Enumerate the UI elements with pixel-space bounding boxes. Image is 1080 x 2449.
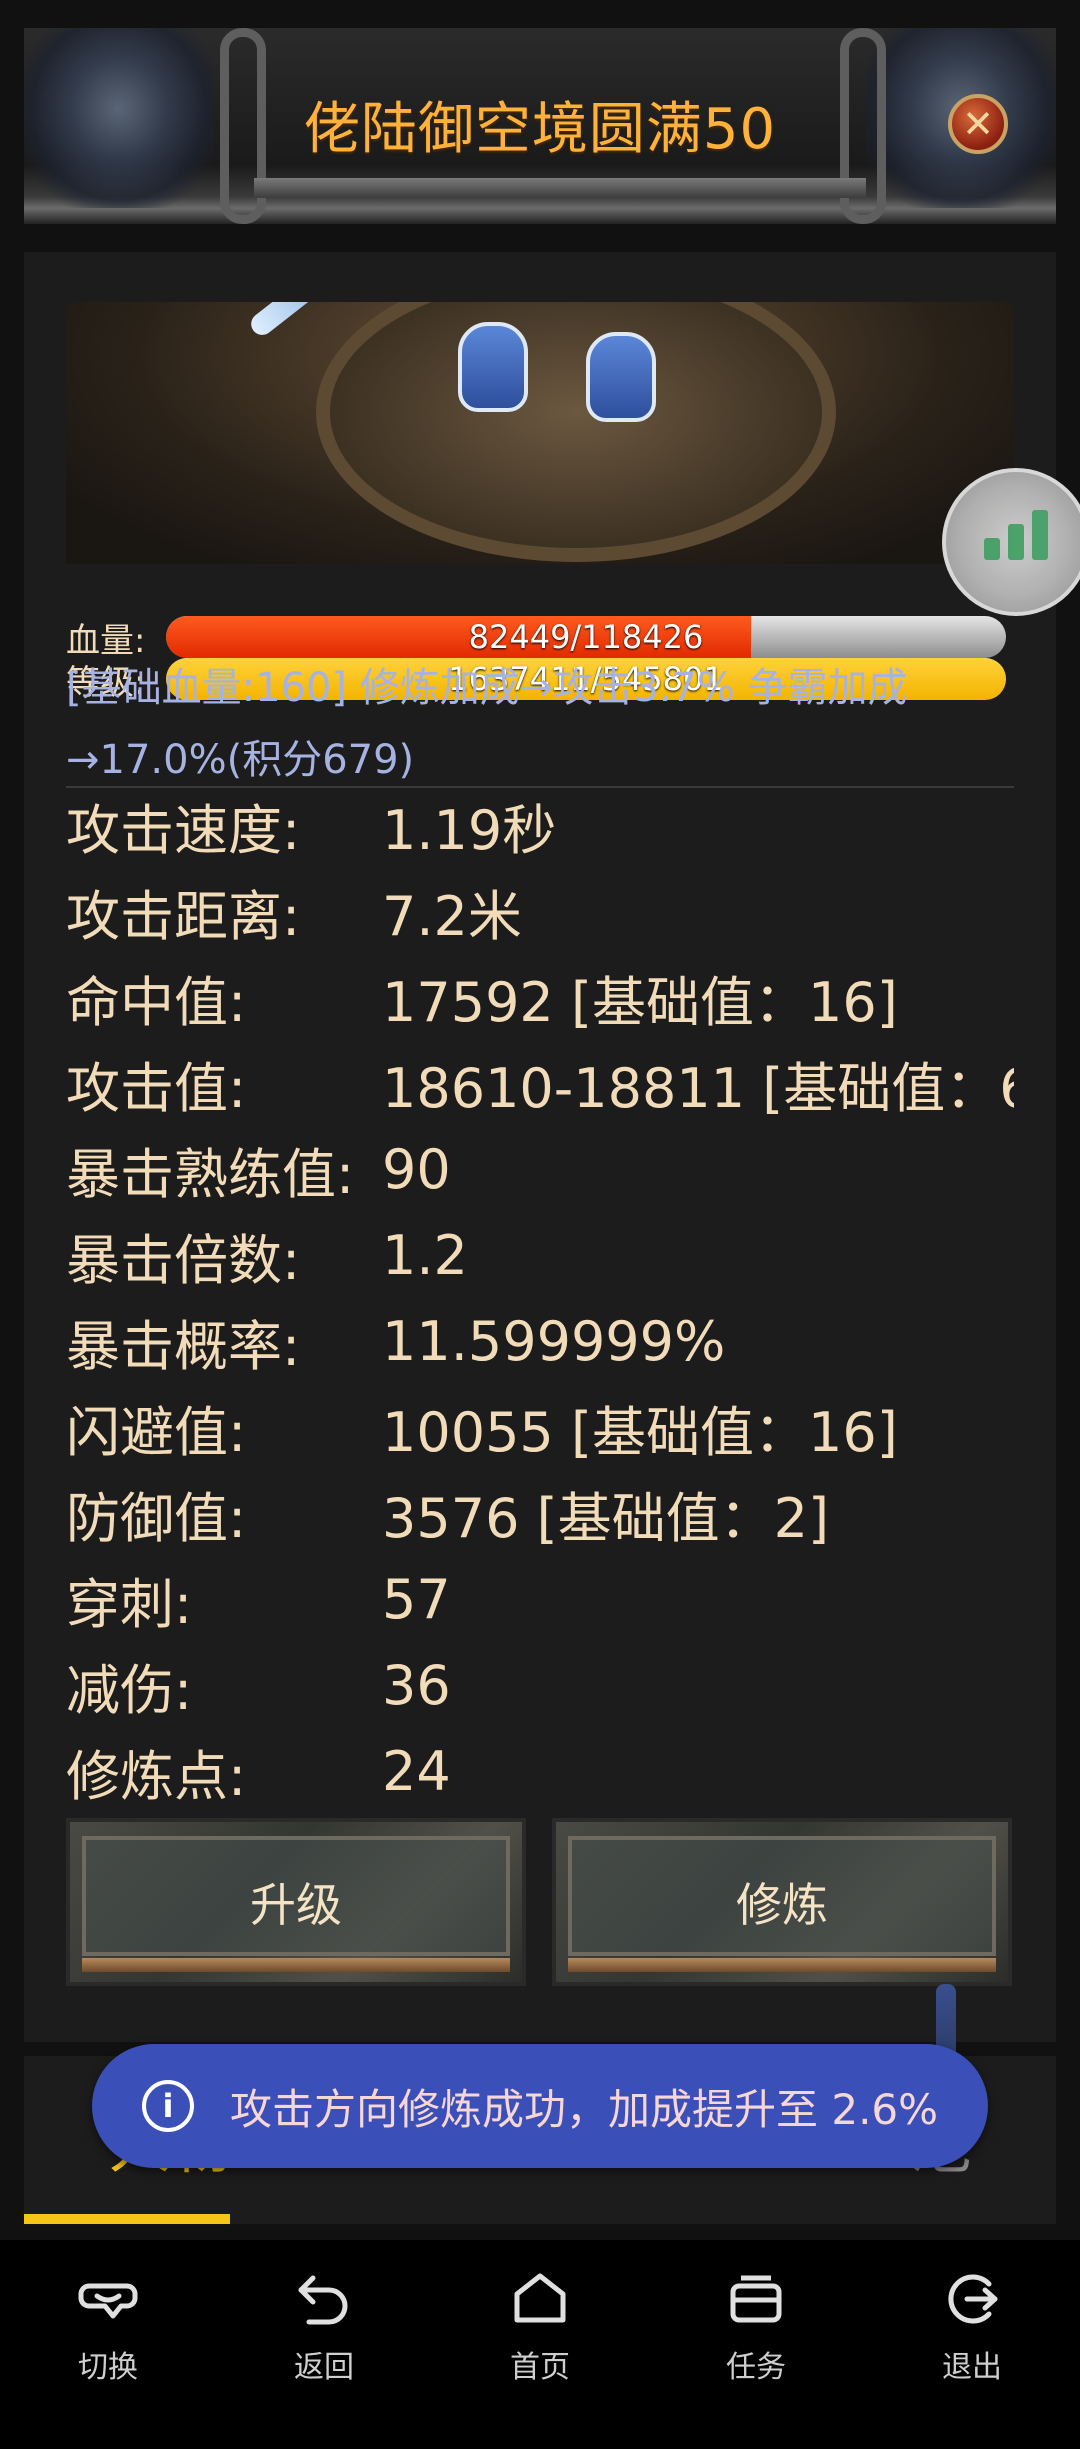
stat-row: 攻击速度: 1.19秒 bbox=[66, 782, 1014, 868]
stat-row: 穿刺: 57 bbox=[66, 1556, 1014, 1642]
stat-row: 暴击概率: 11.599999% bbox=[66, 1298, 1014, 1384]
stats-list: 攻击速度: 1.19秒 攻击距离: 7.2米 命中值: 17592 [基础值：16] 攻击值… bbox=[66, 782, 1014, 1814]
info-icon: i bbox=[142, 2080, 194, 2132]
stat-label: 减伤: bbox=[66, 1658, 193, 1722]
nav-exit-label: 退出 bbox=[942, 2350, 1002, 2385]
stat-value: 3576 [基础值：2] bbox=[382, 1486, 830, 1550]
stat-row: 减伤: 36 bbox=[66, 1642, 1014, 1728]
toast-message: i 攻击方向修炼成功，加成提升至 2.6% bbox=[92, 2044, 988, 2168]
nav-back-label: 返回 bbox=[294, 2350, 354, 2385]
stat-label: 防御值: bbox=[66, 1486, 247, 1550]
nav-switch-label: 切换 bbox=[78, 2350, 138, 2385]
signal-bars-icon-high bbox=[1032, 510, 1048, 560]
close-icon: ✕ bbox=[962, 102, 994, 146]
portrait-weapon bbox=[246, 302, 332, 340]
stat-value: 7.2米 bbox=[382, 884, 522, 948]
stat-label: 修炼点: bbox=[66, 1744, 247, 1808]
exit-icon bbox=[939, 2264, 1005, 2334]
portrait-boot-right bbox=[586, 332, 656, 422]
banner-bar bbox=[254, 178, 866, 198]
title-banner: 佬陆御空境圆满50 ✕ bbox=[24, 28, 1056, 224]
page-title: 佬陆御空境圆满50 bbox=[303, 97, 777, 162]
character-portrait bbox=[66, 302, 1014, 564]
stat-value: 36 bbox=[382, 1653, 451, 1717]
portrait-boot-left bbox=[458, 322, 528, 412]
portrait-platform bbox=[316, 302, 836, 562]
stat-value: 1.2 bbox=[382, 1223, 468, 1287]
nav-task[interactable]: 任务 bbox=[681, 2264, 831, 2386]
stat-value: 90 bbox=[382, 1137, 451, 1201]
task-icon bbox=[723, 2264, 789, 2334]
floating-assistant-button[interactable] bbox=[942, 468, 1080, 616]
bonus-info: [基础血量:160] 修炼加成→攻击3.7% 争霸加成→17.0%(积分679) bbox=[66, 665, 908, 783]
switch-icon bbox=[75, 2264, 141, 2334]
nav-exit[interactable]: 退出 bbox=[897, 2264, 1047, 2386]
upgrade-button-label: 升级 bbox=[250, 1878, 342, 1932]
stat-row: 攻击距离: 7.2米 bbox=[66, 868, 1014, 954]
stat-row: 攻击值: 18610-18811 [基础值：60 bbox=[66, 1040, 1014, 1126]
stat-label: 暴击概率: bbox=[66, 1314, 301, 1378]
stat-row: 命中值: 17592 [基础值：16] bbox=[66, 954, 1014, 1040]
close-button[interactable]: ✕ bbox=[948, 94, 1008, 154]
stat-label: 攻击值: bbox=[66, 1056, 247, 1120]
stat-row: 修炼点: 24 bbox=[66, 1728, 1014, 1814]
stat-value: 24 bbox=[382, 1739, 451, 1803]
stat-value: 10055 [基础值：16] bbox=[382, 1400, 898, 1464]
stat-label: 闪避值: bbox=[66, 1400, 247, 1464]
tab-active-indicator bbox=[24, 2214, 230, 2224]
stat-row: 防御值: 3576 [基础值：2] bbox=[66, 1470, 1014, 1556]
bottom-nav: 切换 返回 首页 任务 退出 bbox=[0, 2240, 1080, 2449]
stat-label: 穿刺: bbox=[66, 1572, 193, 1636]
nav-switch[interactable]: 切换 bbox=[33, 2264, 183, 2386]
nav-home[interactable]: 首页 bbox=[465, 2264, 615, 2386]
stat-label: 命中值: bbox=[66, 970, 247, 1034]
upgrade-button[interactable]: 升级 bbox=[66, 1818, 526, 1986]
stat-row: 闪避值: 10055 [基础值：16] bbox=[66, 1384, 1014, 1470]
signal-bars-icon bbox=[984, 538, 1000, 560]
stat-value: 11.599999% bbox=[382, 1309, 726, 1373]
train-button[interactable]: 修炼 bbox=[552, 1818, 1012, 1986]
stat-value: 1.19秒 bbox=[382, 798, 557, 862]
stat-value: 18610-18811 [基础值：60 bbox=[382, 1056, 1014, 1120]
toast-text: 攻击方向修炼成功，加成提升至 2.6% bbox=[230, 2084, 939, 2134]
stat-label: 攻击距离: bbox=[66, 884, 301, 948]
nav-home-label: 首页 bbox=[510, 2350, 570, 2385]
nav-task-label: 任务 bbox=[726, 2350, 786, 2385]
stat-value: 57 bbox=[382, 1567, 451, 1631]
stat-row: 暴击熟练值: 90 bbox=[66, 1126, 1014, 1212]
back-icon bbox=[291, 2264, 357, 2334]
nav-back[interactable]: 返回 bbox=[249, 2264, 399, 2386]
stat-row: 暴击倍数: 1.2 bbox=[66, 1212, 1014, 1298]
stat-label: 暴击倍数: bbox=[66, 1228, 301, 1292]
stat-label: 攻击速度: bbox=[66, 798, 301, 862]
stat-label: 暴击熟练值: bbox=[66, 1142, 355, 1206]
character-panel: 血量: 82449/118426 等级: 1637411/545801 [基础血… bbox=[24, 252, 1056, 2042]
home-icon bbox=[507, 2264, 573, 2334]
stat-value: 17592 [基础值：16] bbox=[382, 970, 898, 1034]
signal-bars-icon-mid bbox=[1008, 524, 1024, 560]
train-button-label: 修炼 bbox=[736, 1878, 828, 1932]
